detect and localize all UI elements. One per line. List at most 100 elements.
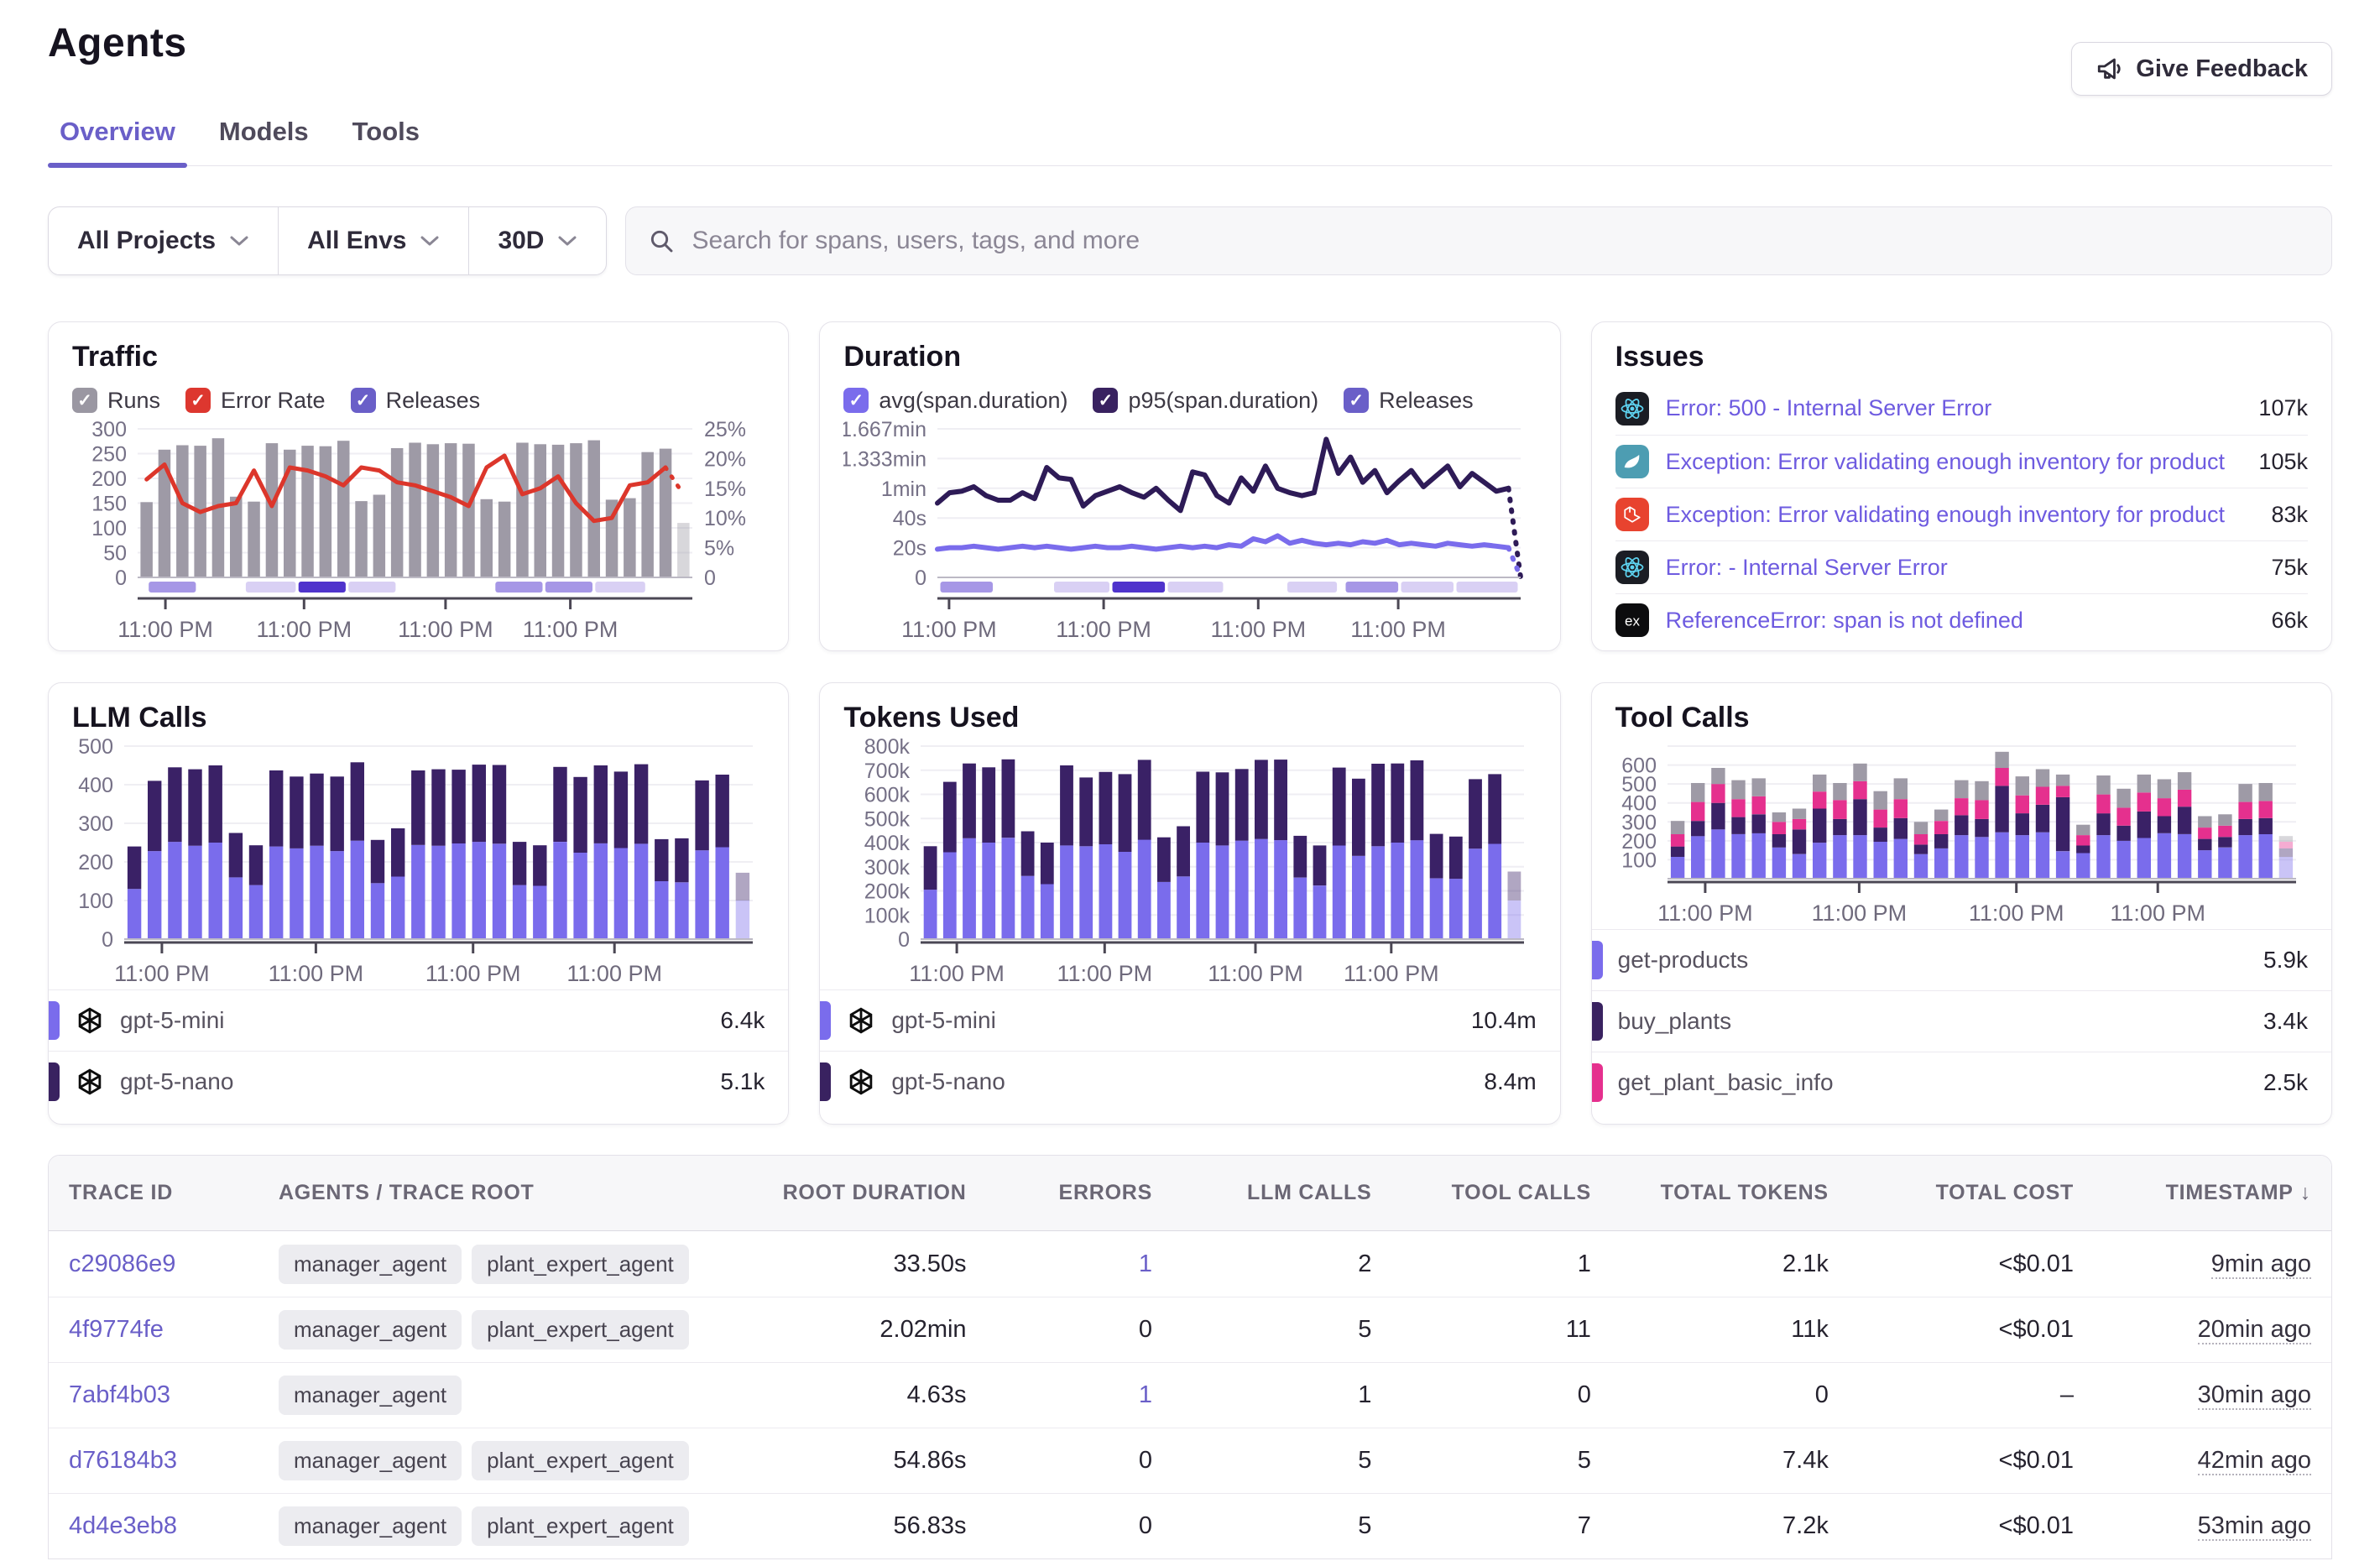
total-cost-cell: <$0.01 [1849, 1447, 2094, 1475]
duration-chart-svg: 020s40s1min1.333min1.667min11:00 PM11:00… [843, 417, 1536, 642]
tokens-used-card: Tokens Used 0100k200k300k400k500k600k700… [819, 682, 1560, 1125]
checkbox-checked-icon[interactable]: ✓ [1093, 388, 1118, 413]
tab-tools[interactable]: Tools [341, 117, 431, 165]
issue-link[interactable]: Exception: Error validating enough inven… [1666, 449, 2242, 475]
svg-text:25%: 25% [704, 418, 746, 441]
issue-row[interactable]: ex ReferenceError: span is not defined 6… [1615, 593, 2308, 646]
svg-text:20s: 20s [893, 537, 926, 561]
svg-text:0: 0 [115, 566, 127, 590]
total-tokens-cell: 2.1k [1611, 1250, 1849, 1278]
root-duration-cell: 56.83s [728, 1512, 987, 1540]
svg-text:600k: 600k [864, 784, 911, 807]
openai-icon [846, 1005, 876, 1036]
errors-cell[interactable]: 1 [987, 1381, 1172, 1409]
llm-calls-cell: 5 [1172, 1447, 1391, 1475]
legend-color-bar [1592, 941, 1603, 979]
flask-icon [1615, 445, 1649, 478]
agents-cell: manager_agentplant_expert_agent [258, 1245, 728, 1284]
timestamp-link[interactable]: 20min ago [2198, 1316, 2311, 1344]
column-header-root-duration[interactable]: Root Duration [728, 1156, 987, 1230]
svg-text:11:00 PM: 11:00 PM [1057, 617, 1152, 642]
openai-icon [75, 1067, 105, 1097]
checkbox-checked-icon[interactable]: ✓ [843, 388, 869, 413]
svg-text:11:00 PM: 11:00 PM [1969, 901, 2064, 926]
issue-link[interactable]: Exception: Error validating enough inven… [1666, 502, 2255, 528]
laravel-icon [1615, 498, 1649, 531]
trace-id-link[interactable]: 4d4e3eb8 [69, 1512, 177, 1539]
agent-chip: plant_expert_agent [472, 1310, 689, 1350]
issue-link[interactable]: Error: 500 - Internal Server Error [1666, 395, 2242, 421]
timestamp-link[interactable]: 9min ago [2211, 1250, 2311, 1279]
trace-id-link[interactable]: 4f9774fe [69, 1316, 164, 1343]
errors-cell[interactable]: 1 [987, 1250, 1172, 1278]
issue-row[interactable]: Error: - Internal Server Error 75k [1615, 540, 2308, 593]
total-cost-cell: – [1849, 1381, 2094, 1409]
issue-count: 66k [2271, 608, 2308, 634]
column-header-timestamp[interactable]: Timestamp↓ [2094, 1156, 2331, 1230]
traffic-toggle-1[interactable]: ✓ Error Rate [185, 388, 326, 414]
errors-cell: 0 [987, 1316, 1172, 1344]
checkbox-checked-icon[interactable]: ✓ [72, 388, 97, 413]
tab-overview[interactable]: Overview [48, 117, 187, 165]
issue-link[interactable]: Error: - Internal Server Error [1666, 555, 2255, 581]
total-tokens-cell: 7.4k [1611, 1447, 1849, 1475]
issue-row[interactable]: Exception: Error validating enough inven… [1615, 435, 2308, 488]
timestamp-link[interactable]: 30min ago [2198, 1381, 2311, 1410]
search-input[interactable] [692, 227, 2310, 255]
traffic-title: Traffic [72, 341, 765, 373]
svg-text:10%: 10% [704, 507, 746, 530]
legend-count: 10.4m [1471, 1007, 1537, 1034]
column-header-llm-calls[interactable]: LLM Calls [1172, 1156, 1391, 1230]
duration-toggle-2[interactable]: ✓ Releases [1344, 388, 1474, 414]
issue-row[interactable]: Error: 500 - Internal Server Error 107k [1615, 382, 2308, 435]
svg-text:400k: 400k [864, 832, 911, 855]
legend-name: gpt-5-nano [891, 1068, 1469, 1095]
errors-link[interactable]: 1 [1139, 1250, 1152, 1277]
svg-text:11:00 PM: 11:00 PM [269, 961, 364, 986]
toggle-label: Error Rate [221, 388, 326, 414]
traffic-toggle-2[interactable]: ✓ Releases [351, 388, 481, 414]
column-header-total-tokens[interactable]: Total Tokens [1611, 1156, 1849, 1230]
agents-cell: manager_agentplant_expert_agent [258, 1506, 728, 1546]
errors-link[interactable]: 1 [1139, 1381, 1152, 1408]
checkbox-checked-icon[interactable]: ✓ [351, 388, 376, 413]
column-header-agents-trace-root[interactable]: Agents / Trace Root [258, 1156, 728, 1230]
traffic-toggle-0[interactable]: ✓ Runs [72, 388, 160, 414]
issue-row[interactable]: Exception: Error validating enough inven… [1615, 488, 2308, 540]
tab-bar: Overview Models Tools [48, 117, 2332, 166]
tab-models[interactable]: Models [207, 117, 321, 165]
column-header-total-cost[interactable]: Total Cost [1849, 1156, 2094, 1230]
table-row: 4d4e3eb8 manager_agentplant_expert_agent… [49, 1493, 2331, 1558]
filter-group: All Projects All Envs 30D [48, 206, 607, 275]
svg-text:11:00 PM: 11:00 PM [1351, 617, 1447, 642]
llm_calls-chart-svg: 010020030040050011:00 PM11:00 PM11:00 PM… [72, 734, 765, 986]
column-header-tool-calls[interactable]: Tool Calls [1391, 1156, 1610, 1230]
trace-id-link[interactable]: d76184b3 [69, 1447, 177, 1474]
agents-cell: manager_agentplant_expert_agent [258, 1310, 728, 1350]
timestamp-link[interactable]: 53min ago [2198, 1512, 2311, 1541]
projects-filter[interactable]: All Projects [49, 207, 279, 274]
column-header-trace-id[interactable]: Trace ID [49, 1156, 258, 1230]
issue-link[interactable]: ReferenceError: span is not defined [1666, 608, 2255, 634]
column-header-errors[interactable]: Errors [987, 1156, 1172, 1230]
svg-text:15%: 15% [704, 478, 746, 501]
duration-toggle-1[interactable]: ✓ p95(span.duration) [1093, 388, 1318, 414]
legend-name: get_plant_basic_info [1618, 1069, 2248, 1096]
trace-id-link[interactable]: 7abf4b03 [69, 1381, 170, 1408]
timestamp-cell: 20min ago [2094, 1316, 2331, 1344]
duration-toggle-0[interactable]: ✓ avg(span.duration) [843, 388, 1067, 414]
checkbox-checked-icon[interactable]: ✓ [185, 388, 211, 413]
sort-desc-icon: ↓ [2300, 1181, 2311, 1204]
svg-text:11:00 PM: 11:00 PM [425, 961, 521, 986]
envs-filter-label: All Envs [307, 227, 406, 255]
toggle-label: Runs [107, 388, 160, 414]
svg-text:11:00 PM: 11:00 PM [566, 961, 662, 986]
checkbox-checked-icon[interactable]: ✓ [1344, 388, 1369, 413]
give-feedback-button[interactable]: Give Feedback [2071, 42, 2332, 96]
tools-legend-row: get_plant_basic_info 2.5k [1592, 1052, 2331, 1113]
date-range-filter[interactable]: 30D [469, 207, 606, 274]
total-tokens-cell: 0 [1611, 1381, 1849, 1409]
timestamp-link[interactable]: 42min ago [2198, 1447, 2311, 1475]
envs-filter[interactable]: All Envs [279, 207, 469, 274]
trace-id-link[interactable]: c29086e9 [69, 1250, 175, 1277]
